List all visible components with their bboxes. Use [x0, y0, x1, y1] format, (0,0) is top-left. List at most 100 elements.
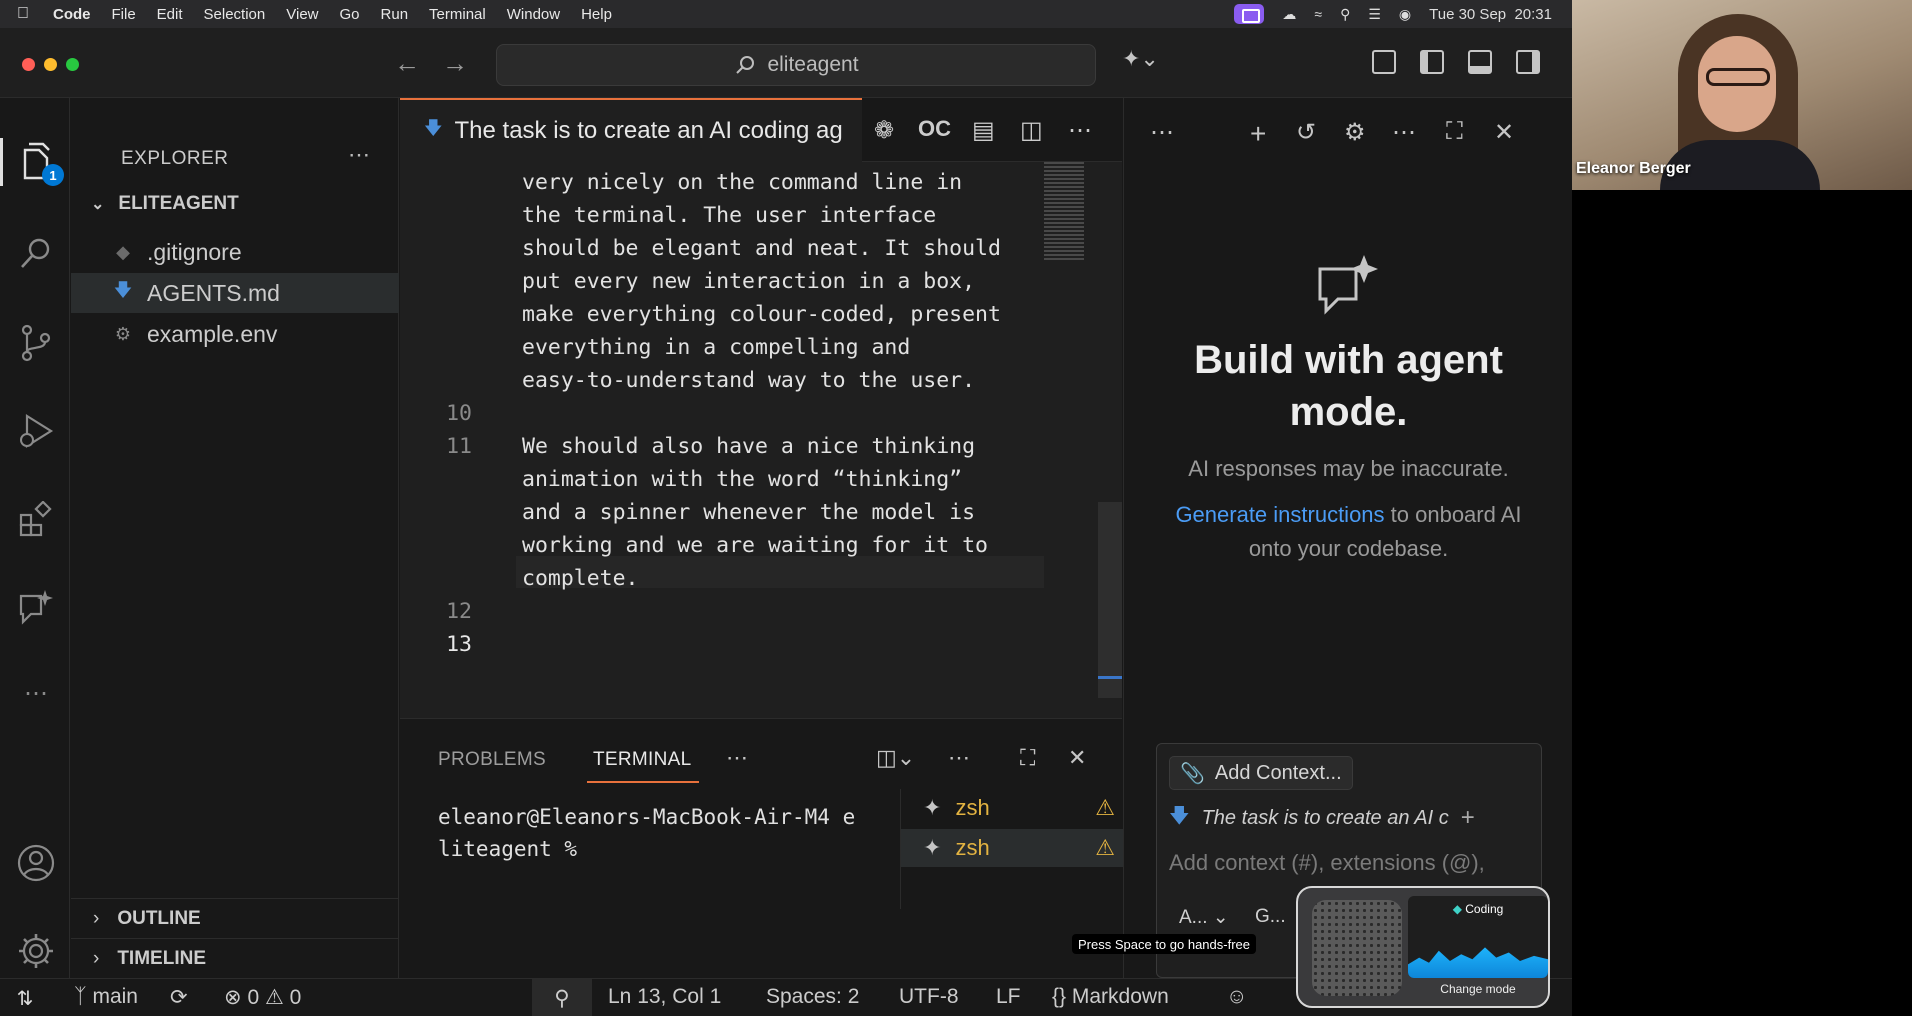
- tab-terminal[interactable]: TERMINAL: [593, 749, 691, 771]
- code-view-icon[interactable]: OC: [918, 116, 951, 142]
- terminal-session[interactable]: ✦ zsh ⚠: [901, 789, 1123, 827]
- minimap[interactable]: [1044, 162, 1084, 262]
- braces-icon: {}: [1052, 985, 1067, 1008]
- editor-scrollbar[interactable]: [1098, 502, 1122, 698]
- end-of-line[interactable]: LF: [996, 985, 1021, 1009]
- airdrop-icon[interactable]: ⚲: [1340, 6, 1350, 23]
- outline-section[interactable]: › OUTLINE: [71, 898, 399, 938]
- zoom-search-icon[interactable]: ⚲: [532, 979, 592, 1016]
- cloud-icon[interactable]: ☁: [1282, 6, 1296, 23]
- settings-gear-icon[interactable]: ⚙: [1344, 118, 1366, 147]
- preview-icon[interactable]: ▤: [972, 116, 995, 145]
- file-gitignore[interactable]: ◆ .gitignore: [71, 232, 399, 272]
- menu-selection[interactable]: Selection: [204, 6, 266, 23]
- code-line: and a spinner whenever the model is: [522, 500, 976, 525]
- voice-mode-widget[interactable]: ◆ Coding Change mode: [1296, 886, 1550, 1008]
- change-mode-button[interactable]: Change mode: [1408, 982, 1548, 996]
- menu-go[interactable]: Go: [340, 6, 360, 23]
- add-icon[interactable]: +: [1461, 804, 1475, 832]
- maximize-panel-icon[interactable]: ⛶: [1020, 745, 1035, 771]
- chat-prompt-input[interactable]: Add context (#), extensions (@),: [1169, 850, 1485, 876]
- file-example-env[interactable]: ⚙ example.env: [71, 314, 399, 354]
- account-icon[interactable]: [15, 842, 57, 884]
- menu-help[interactable]: Help: [581, 6, 612, 23]
- layout-customize-icon[interactable]: [1372, 50, 1396, 74]
- panel-more-icon[interactable]: ⋯: [726, 745, 748, 771]
- line-number: 10: [446, 401, 472, 426]
- tab-agents-md[interactable]: 🡇 The task is to create an AI coding ag: [400, 98, 862, 162]
- chat-more-icon[interactable]: ⋯: [1392, 118, 1416, 147]
- close-chat-icon[interactable]: ✕: [1494, 118, 1514, 147]
- mode-picker[interactable]: A... ⌄: [1179, 906, 1229, 929]
- branch-status[interactable]: ᛉ main: [74, 985, 138, 1009]
- model-picker[interactable]: G...: [1255, 906, 1286, 928]
- split-terminal-icon[interactable]: ◫⌄: [876, 745, 915, 771]
- markdown-file-icon: 🡇: [1169, 805, 1190, 827]
- encoding[interactable]: UTF-8: [899, 985, 959, 1009]
- onboard-text-2: onto your codebase.: [1248, 536, 1449, 561]
- forward-arrow-icon[interactable]: →: [442, 48, 468, 79]
- openai-icon[interactable]: ❁: [874, 116, 894, 145]
- chat-views-more-icon[interactable]: ⋯: [1150, 118, 1174, 147]
- manage-gear-icon[interactable]: [15, 930, 57, 972]
- command-center-search[interactable]: eliteagent: [496, 44, 1096, 86]
- close-panel-icon[interactable]: ✕: [1068, 745, 1086, 771]
- toggle-secondary-sidebar-icon[interactable]: [1516, 50, 1540, 74]
- context-file-label: The task is to create an AI c: [1201, 806, 1449, 829]
- menu-file[interactable]: File: [112, 6, 136, 23]
- apple-icon[interactable]: : [17, 5, 37, 23]
- menu-view[interactable]: View: [286, 6, 318, 23]
- search-icon[interactable]: [15, 232, 57, 274]
- back-arrow-icon[interactable]: ←: [394, 48, 420, 79]
- problems-status[interactable]: ⊗ 0 ⚠ 0: [224, 985, 301, 1010]
- more-actions-icon[interactable]: ⋯: [348, 142, 370, 168]
- file-agents-md[interactable]: 🡇 AGENTS.md: [71, 273, 399, 313]
- datetime[interactable]: Tue 30 Sep 20:31: [1429, 6, 1552, 23]
- copilot-sparkle-icon[interactable]: ✦⌄: [1122, 46, 1159, 72]
- active-indicator: [0, 138, 3, 186]
- timeline-section[interactable]: › TIMELINE: [71, 938, 399, 978]
- warning-count: 0: [289, 986, 302, 1009]
- terminal-session[interactable]: ✦ zsh ⚠: [901, 829, 1123, 867]
- maximize-window-button[interactable]: [66, 58, 79, 71]
- toggle-icon[interactable]: ◉: [1399, 6, 1411, 23]
- menu-app-code[interactable]: Code: [53, 6, 91, 23]
- language-mode[interactable]: {} Markdown: [1052, 985, 1169, 1009]
- cursor-position[interactable]: Ln 13, Col 1: [608, 985, 721, 1009]
- menu-terminal[interactable]: Terminal: [429, 6, 486, 23]
- screen-record-icon[interactable]: [1234, 4, 1265, 24]
- extensions-icon[interactable]: [15, 498, 57, 540]
- context-file-chip[interactable]: 🡇 The task is to create an AI c +: [1169, 800, 1475, 836]
- copilot-status-icon[interactable]: ☺: [1226, 985, 1247, 1009]
- terminal-more-icon[interactable]: ⋯: [948, 745, 970, 771]
- terminal-prompt-line2[interactable]: liteagent %: [438, 837, 577, 861]
- toggle-primary-sidebar-icon[interactable]: [1420, 50, 1444, 74]
- control-center-icon[interactable]: ☰: [1368, 6, 1381, 23]
- split-editor-icon[interactable]: ◫: [1020, 116, 1043, 145]
- maximize-chat-icon[interactable]: ⛶: [1446, 118, 1463, 146]
- remote-icon[interactable]: ⇅: [0, 979, 50, 1016]
- toggle-panel-icon[interactable]: [1468, 50, 1492, 74]
- run-debug-icon[interactable]: [15, 410, 57, 452]
- more-views-icon[interactable]: ⋯: [15, 672, 57, 714]
- source-control-icon[interactable]: [15, 322, 57, 364]
- history-icon[interactable]: ↺: [1296, 118, 1316, 147]
- new-chat-icon[interactable]: +: [1250, 118, 1266, 150]
- menu-edit[interactable]: Edit: [157, 6, 183, 23]
- minimize-window-button[interactable]: [44, 58, 57, 71]
- chat-agent-icon[interactable]: [15, 586, 57, 628]
- code-area[interactable]: very nicely on the command line in the t…: [400, 162, 1122, 718]
- code-line: animation with the word “thinking”: [522, 467, 963, 492]
- editor-more-icon[interactable]: ⋯: [1068, 116, 1092, 145]
- indentation[interactable]: Spaces: 2: [766, 985, 859, 1009]
- folder-eliteagent[interactable]: ⌄ ELITEAGENT: [91, 193, 239, 215]
- terminal-prompt-line1[interactable]: eleanor@Eleanors-MacBook-Air-M4 e: [438, 805, 855, 829]
- add-context-button[interactable]: 📎 Add Context...: [1169, 756, 1353, 790]
- menu-window[interactable]: Window: [507, 6, 560, 23]
- generate-instructions-link[interactable]: Generate instructions: [1175, 502, 1384, 527]
- menu-run[interactable]: Run: [381, 6, 409, 23]
- sync-icon[interactable]: ⟳: [170, 985, 188, 1010]
- wifi-icon[interactable]: ≈: [1314, 6, 1322, 22]
- tab-problems[interactable]: PROBLEMS: [438, 749, 546, 771]
- close-window-button[interactable]: [22, 58, 35, 71]
